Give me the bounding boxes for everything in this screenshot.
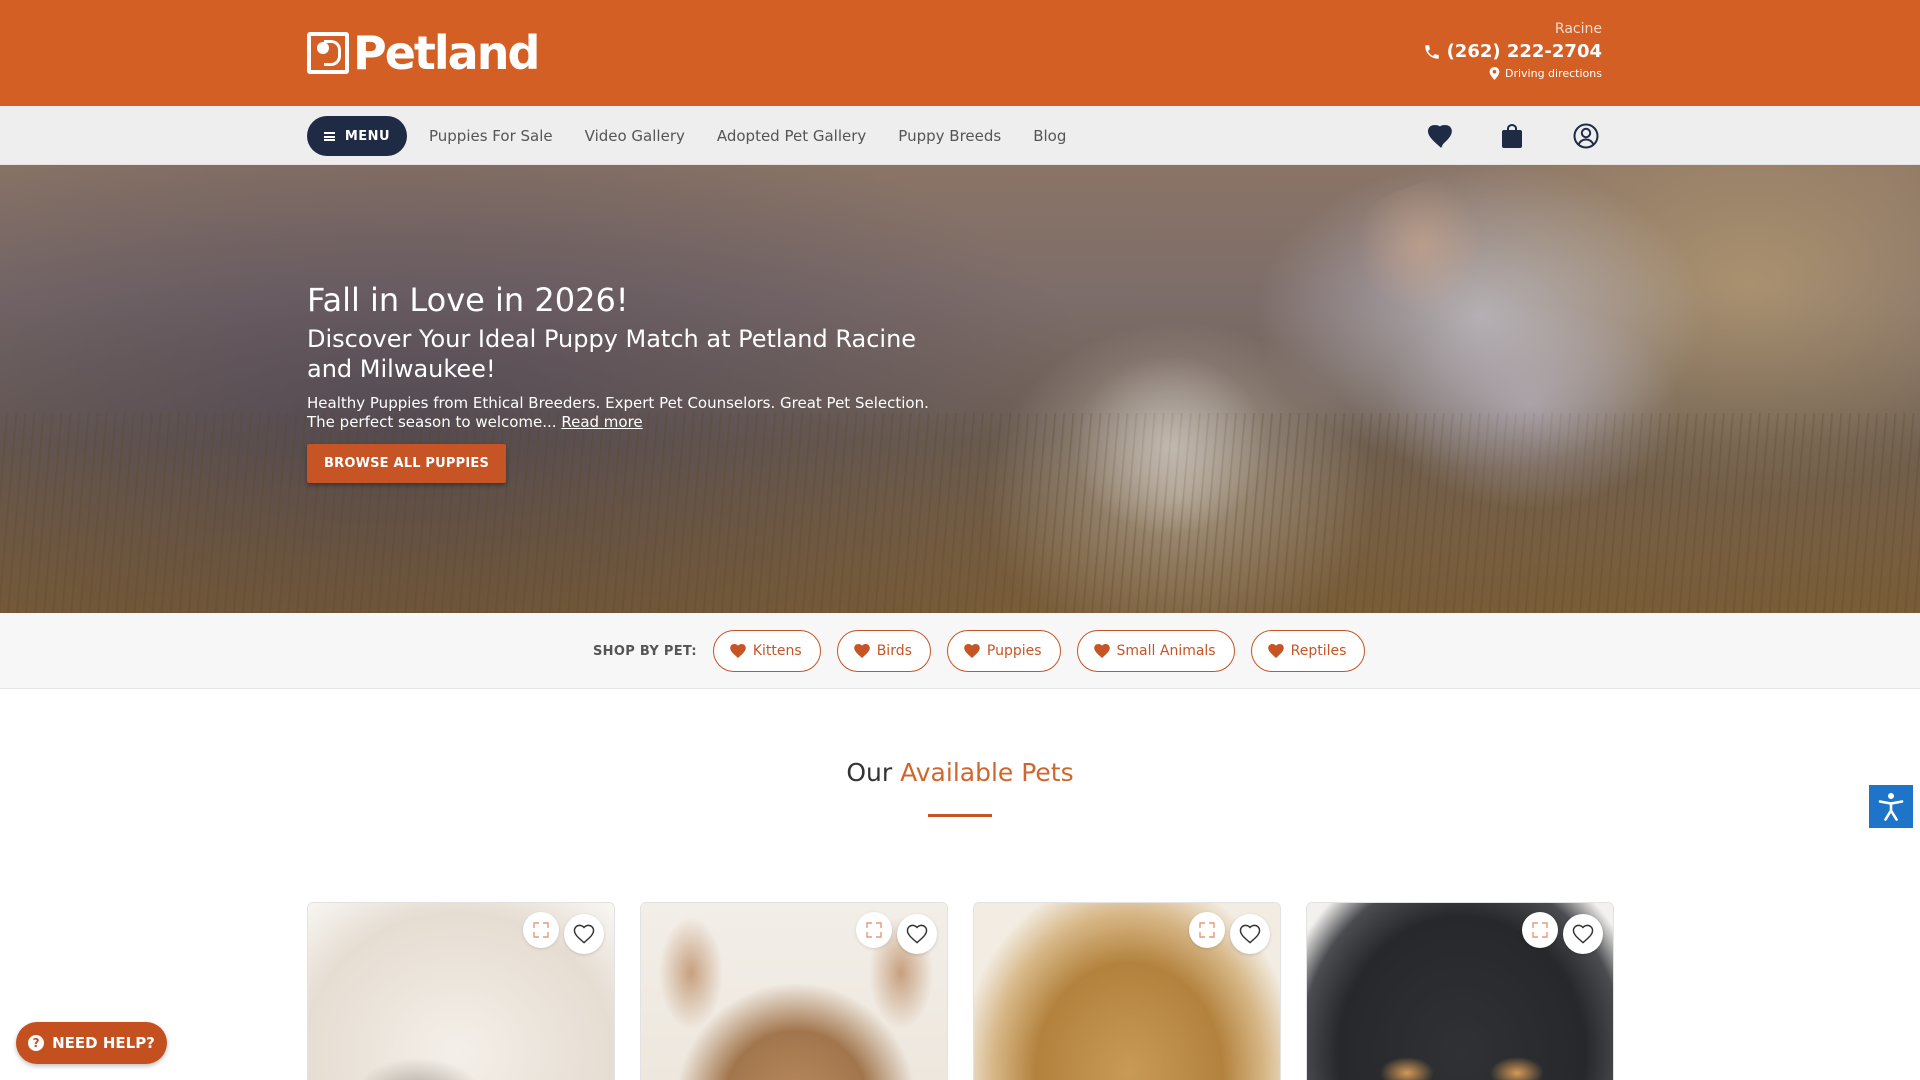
hero-image-boy [1270, 175, 1740, 613]
question-mark-icon: ? [28, 1035, 45, 1051]
available-pets-heading: Our Available Pets [0, 758, 1920, 787]
map-pin-icon [1489, 67, 1500, 80]
hamburger-icon [323, 131, 335, 141]
read-more-link[interactable]: Read more [561, 413, 642, 431]
hero-image-puppy [1020, 335, 1320, 613]
pet-chip-birds[interactable]: Birds [836, 630, 931, 672]
expand-icon[interactable] [1189, 912, 1225, 948]
shopping-bag-icon[interactable] [1497, 121, 1527, 151]
need-help-label: NEED HELP? [52, 1034, 155, 1052]
accessibility-icon[interactable] [1869, 785, 1913, 828]
hero-banner: Fall in Love in 2026! Discover Your Idea… [0, 165, 1920, 613]
driving-directions-link[interactable]: Driving directions [1423, 67, 1602, 80]
shop-by-pet-row: SHOP BY PET: Kittens Birds Puppies Small… [593, 630, 1381, 672]
store-contact: Racine (262) 222-2704 Driving directions [1423, 20, 1602, 80]
hero-content: Fall in Love in 2026! Discover Your Idea… [307, 280, 947, 483]
heading-divider [928, 814, 992, 817]
pet-chip-label: Birds [876, 643, 912, 659]
favorite-heart-icon[interactable] [897, 914, 937, 954]
heart-icon [964, 644, 980, 658]
pet-chip-reptiles[interactable]: Reptiles [1250, 630, 1366, 672]
shop-by-pet-bar: SHOP BY PET: Kittens Birds Puppies Small… [0, 613, 1920, 689]
expand-icon[interactable] [523, 912, 559, 948]
petland-logo[interactable]: Petland [307, 26, 540, 80]
need-help-button[interactable]: ? NEED HELP? [16, 1022, 167, 1064]
pet-chip-kittens[interactable]: Kittens [712, 630, 821, 672]
pet-chip-label: Puppies [986, 643, 1042, 659]
store-name: Racine [1554, 21, 1602, 37]
nav-link-adopted-pet-gallery[interactable]: Adopted Pet Gallery [717, 127, 866, 145]
nav-link-blog[interactable]: Blog [1033, 127, 1066, 145]
nav-link-puppies-for-sale[interactable]: Puppies For Sale [429, 127, 553, 145]
user-account-icon[interactable] [1571, 121, 1601, 151]
hero-subtitle: Discover Your Ideal Puppy Match at Petla… [307, 325, 917, 383]
heading-accent: Available Pets [900, 758, 1074, 787]
pet-chip-label: Small Animals [1116, 643, 1216, 659]
heart-icon [853, 644, 870, 658]
expand-icon[interactable] [1522, 912, 1558, 948]
expand-icon[interactable] [856, 912, 892, 948]
heart-icon [1093, 644, 1110, 658]
logo-text: Petland [353, 26, 540, 80]
pet-card[interactable] [640, 902, 948, 1080]
phone-number: (262) 222-2704 [1446, 41, 1602, 62]
heart-icon [730, 644, 746, 658]
driving-directions-label: Driving directions [1504, 67, 1602, 80]
nav-link-video-gallery[interactable]: Video Gallery [585, 127, 685, 145]
pet-card[interactable] [1306, 902, 1614, 1080]
menu-label: MENU [344, 128, 391, 144]
pet-card[interactable] [307, 902, 615, 1080]
hero-title: Fall in Love in 2026! [307, 281, 629, 319]
phone-link[interactable]: (262) 222-2704 [1423, 41, 1602, 63]
pet-chip-small-animals[interactable]: Small Animals [1076, 630, 1235, 672]
pet-chip-puppies[interactable]: Puppies [946, 630, 1061, 672]
nav-links: Puppies For Sale Video Gallery Adopted P… [429, 106, 1098, 165]
logo-mark-icon [307, 32, 349, 74]
heart-icon [1267, 644, 1284, 658]
nav-icon-group [1425, 116, 1601, 156]
nav-link-puppy-breeds[interactable]: Puppy Breeds [898, 127, 1001, 145]
pet-chip-label: Kittens [752, 643, 802, 659]
pet-card-grid [307, 902, 1614, 1080]
favorite-heart-icon[interactable] [1563, 914, 1603, 954]
top-header: Petland Racine (262) 222-2704 Driving di… [0, 0, 1920, 106]
favorites-heart-icon[interactable] [1426, 121, 1456, 151]
browse-all-puppies-button[interactable]: BROWSE ALL PUPPIES [307, 444, 507, 483]
main-nav: MENU Puppies For Sale Video Gallery Adop… [0, 106, 1920, 165]
pet-card[interactable] [973, 902, 1281, 1080]
favorite-heart-icon[interactable] [564, 914, 604, 954]
phone-icon [1424, 45, 1439, 59]
shop-by-pet-label: SHOP BY PET: [593, 643, 697, 659]
pet-chip-label: Reptiles [1290, 643, 1347, 659]
hero-description: Healthy Puppies from Ethical Breeders. E… [307, 394, 947, 432]
favorite-heart-icon[interactable] [1230, 914, 1270, 954]
heading-plain: Our [846, 758, 893, 787]
menu-button[interactable]: MENU [307, 116, 407, 156]
